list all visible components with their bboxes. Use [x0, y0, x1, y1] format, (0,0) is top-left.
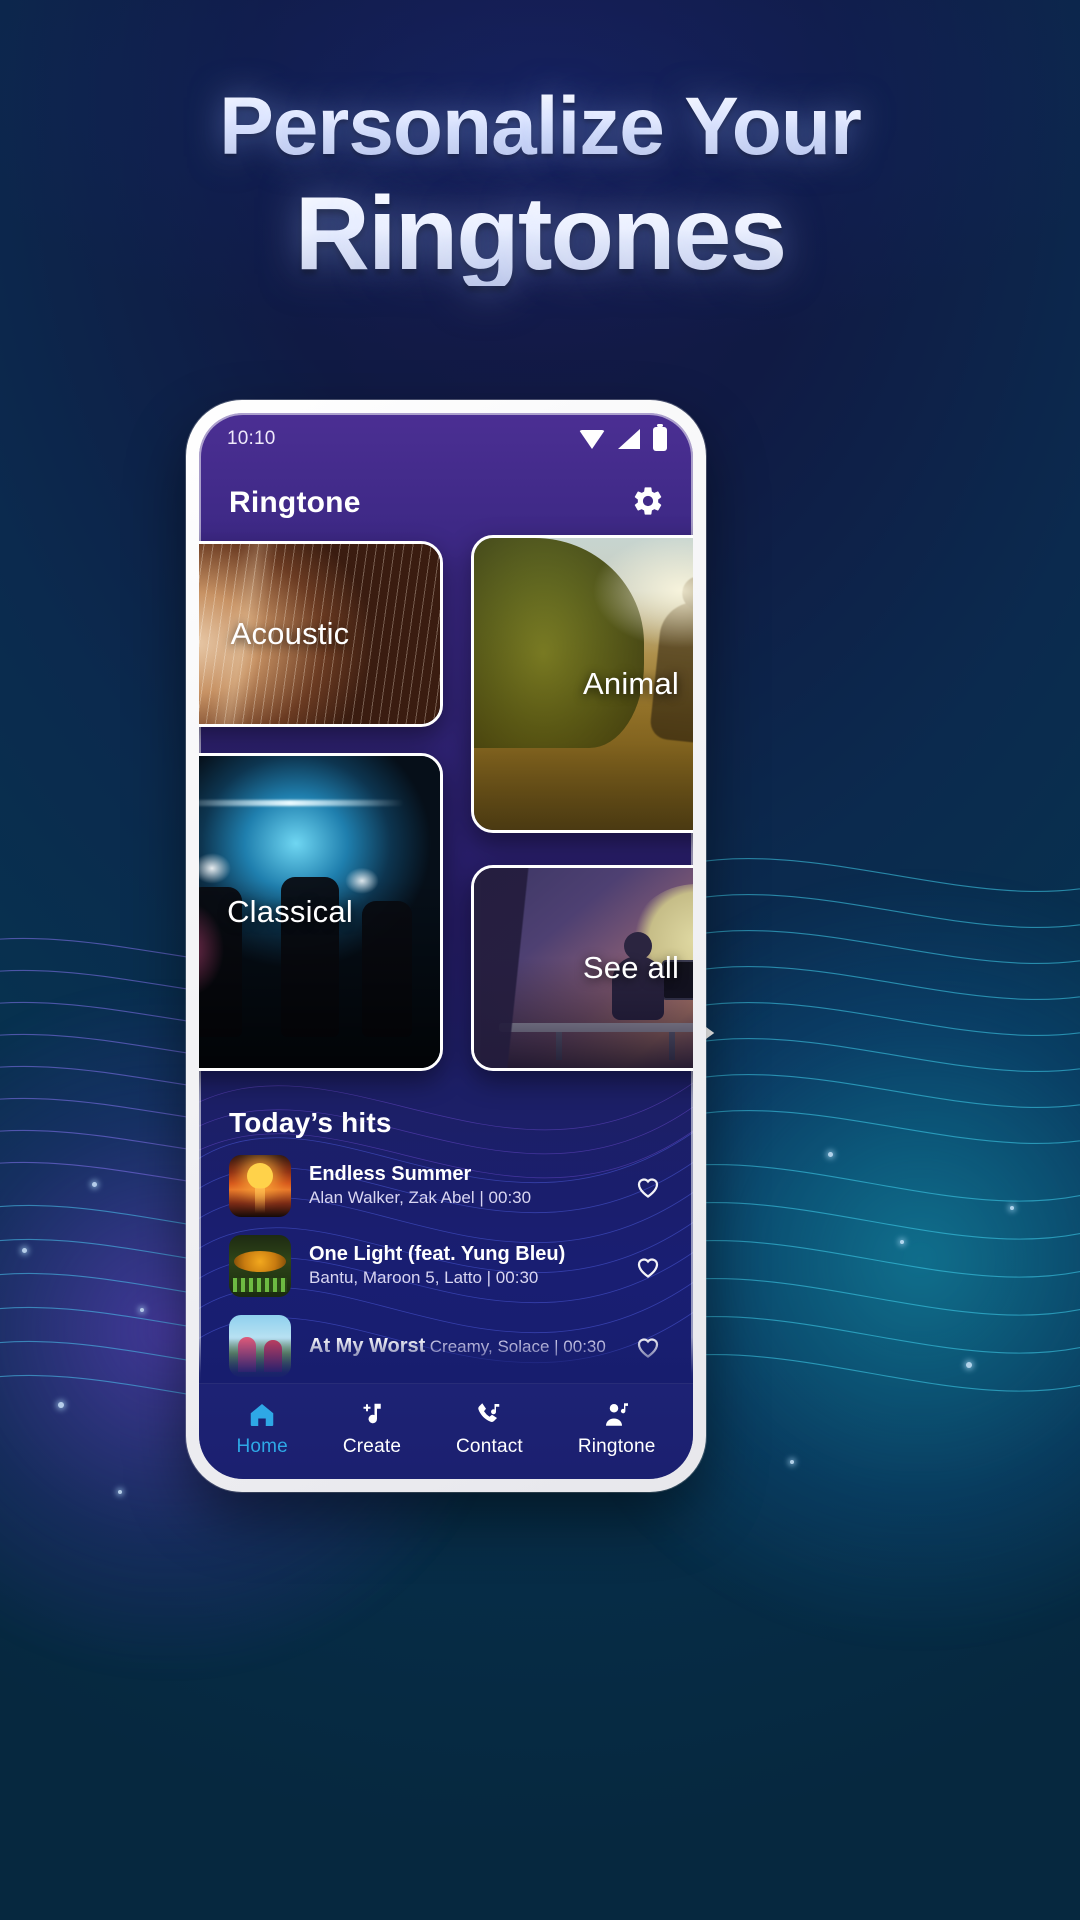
- status-time: 10:10: [227, 428, 276, 449]
- settings-button[interactable]: [631, 484, 665, 523]
- category-label: Acoustic: [230, 616, 350, 651]
- song-subtitle: Bantu, Maroon 5, Latto | 00:30: [309, 1268, 539, 1288]
- song-meta: One Light (feat. Yung Bleu) Bantu, Maroo…: [309, 1242, 615, 1289]
- promo-stage: Personalize Your Ringtones 10:10 Rington…: [0, 0, 1080, 1920]
- category-grid: Acoustic Animal Classical See all: [199, 535, 693, 1101]
- home-icon: [250, 1403, 274, 1426]
- bottom-navigation: Home Create Contact Ringtone: [199, 1383, 693, 1479]
- song-title: At My Worst: [309, 1334, 426, 1357]
- album-art: [229, 1235, 291, 1297]
- gear-icon: [634, 486, 662, 515]
- section-title: Today’s hits: [229, 1107, 392, 1138]
- app-bar: Ringtone: [199, 465, 693, 541]
- headline-line-1: Personalize Your: [0, 86, 1080, 168]
- battery-icon: [653, 424, 667, 451]
- song-list-item[interactable]: Endless Summer Alan Walker, Zak Abel | 0…: [229, 1155, 663, 1217]
- song-subtitle: Creamy, Solace | 00:30: [429, 1336, 606, 1356]
- category-card-classical[interactable]: Classical: [199, 753, 443, 1071]
- headline-line-2: Ringtones: [0, 182, 1080, 286]
- song-list-item[interactable]: At My Worst Creamy, Solace | 00:30: [229, 1315, 663, 1377]
- category-card-acoustic[interactable]: Acoustic: [199, 541, 443, 727]
- todays-hits-section: Today’s hits Endless Summer Alan Walker,…: [199, 1107, 693, 1377]
- music-note-plus-icon: [363, 1403, 381, 1423]
- status-icons: [579, 424, 667, 451]
- nav-item-contact[interactable]: Contact: [456, 1400, 523, 1458]
- nav-label: Ringtone: [577, 1435, 656, 1457]
- wifi-icon: [579, 429, 605, 449]
- nav-label: Create: [342, 1435, 402, 1457]
- heart-outline-icon[interactable]: [633, 1171, 663, 1201]
- heart-outline-icon[interactable]: [633, 1251, 663, 1281]
- category-label: See all: [582, 950, 680, 985]
- song-list-item[interactable]: One Light (feat. Yung Bleu) Bantu, Maroo…: [229, 1235, 663, 1297]
- status-bar: 10:10: [199, 413, 693, 465]
- song-title: One Light (feat. Yung Bleu): [309, 1243, 566, 1266]
- category-card-animal[interactable]: Animal: [471, 535, 693, 833]
- category-card-see-all[interactable]: See all: [471, 865, 693, 1071]
- album-art: [229, 1315, 291, 1377]
- signal-icon: [618, 429, 640, 449]
- song-subtitle: Alan Walker, Zak Abel | 00:30: [309, 1188, 532, 1208]
- phone-music-icon: [478, 1402, 500, 1422]
- phone-screen: 10:10 Ringtone Acoustic Animal Classical…: [199, 413, 693, 1479]
- nav-label: Contact: [456, 1435, 523, 1457]
- category-label: Classical: [227, 894, 353, 929]
- nav-item-create[interactable]: Create: [343, 1400, 401, 1458]
- album-art: [229, 1155, 291, 1217]
- person-music-icon: [605, 1402, 628, 1426]
- promo-headline: Personalize Your Ringtones: [0, 86, 1080, 287]
- song-meta: Endless Summer Alan Walker, Zak Abel | 0…: [309, 1162, 615, 1209]
- nav-item-ringtone[interactable]: Ringtone: [578, 1400, 656, 1458]
- song-meta: At My Worst Creamy, Solace | 00:30: [309, 1334, 615, 1359]
- heart-outline-icon[interactable]: [633, 1331, 663, 1361]
- nav-item-home[interactable]: Home: [236, 1400, 288, 1458]
- app-title: Ringtone: [229, 486, 361, 519]
- phone-mockup: 10:10 Ringtone Acoustic Animal Classical…: [186, 400, 706, 1492]
- song-title: Endless Summer: [309, 1163, 472, 1186]
- category-label: Animal: [583, 666, 679, 701]
- nav-label: Home: [236, 1435, 288, 1457]
